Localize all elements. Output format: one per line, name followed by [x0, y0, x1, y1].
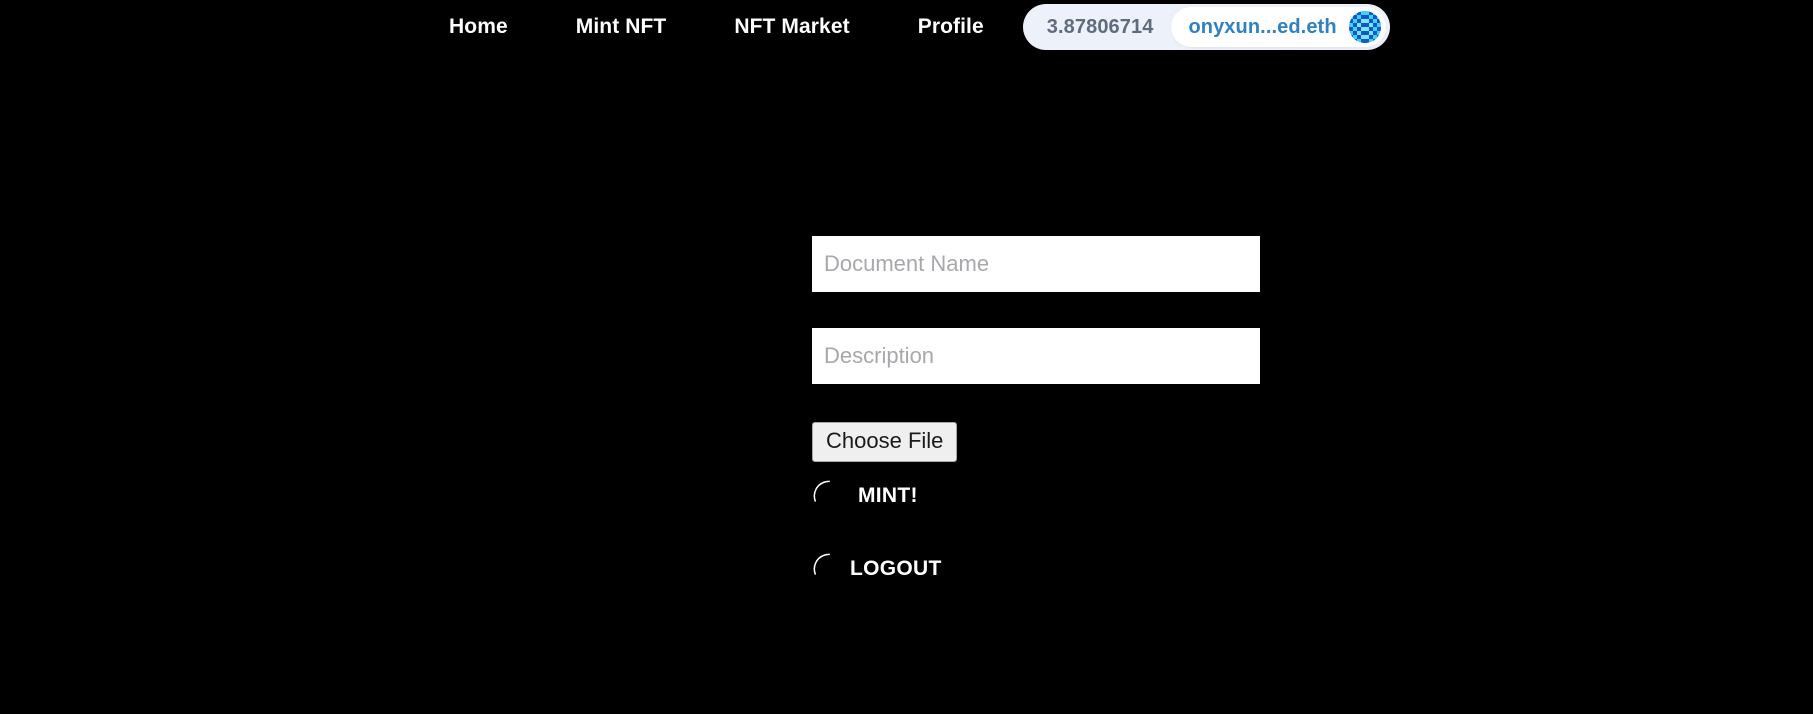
loading-spinner-icon [812, 552, 846, 586]
wallet-balance: 3.87806714 [1046, 15, 1154, 38]
main-navbar: Home Mint NFT NFT Market Profile 3.87806… [0, 0, 1813, 54]
nav-link-home[interactable]: Home [449, 13, 508, 41]
document-name-input[interactable] [812, 236, 1260, 292]
file-upload-row: Choose File [812, 422, 1260, 463]
wallet-ens-name: onyxun...ed.eth [1188, 15, 1337, 38]
wallet-account-pill[interactable]: onyxun...ed.eth [1171, 7, 1386, 47]
description-input[interactable] [812, 328, 1260, 384]
mint-button-label: MINT! [858, 484, 918, 508]
nav-link-mint-nft[interactable]: Mint NFT [576, 13, 667, 41]
mint-button[interactable]: MINT! [812, 479, 918, 513]
nav-link-nft-market[interactable]: NFT Market [734, 13, 849, 41]
nav-links-group: Home Mint NFT NFT Market Profile [449, 13, 984, 41]
logout-button[interactable]: LOGOUT [812, 552, 942, 586]
choose-file-button[interactable]: Choose File [812, 422, 958, 463]
mint-form: Choose File MINT! LOGOUT [812, 236, 1260, 586]
loading-spinner-icon [812, 479, 846, 513]
blockies-identicon-avatar-icon [1348, 11, 1381, 43]
wallet-badge[interactable]: 3.87806714 onyxun...ed.eth [1022, 4, 1390, 50]
nav-link-profile[interactable]: Profile [918, 13, 984, 41]
logout-button-label: LOGOUT [850, 557, 942, 581]
field-spacer [812, 292, 1260, 328]
